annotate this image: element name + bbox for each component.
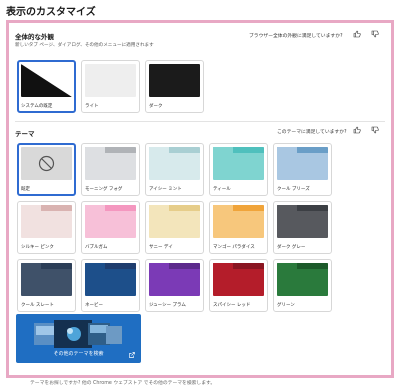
theme-option[interactable]: クール ブリーズ [273, 143, 332, 196]
theme-option[interactable]: モーニング フォグ [81, 143, 140, 196]
theme-option-label: クール ブリーズ [277, 187, 310, 192]
light-preview [85, 64, 136, 97]
theme-preview [277, 263, 328, 296]
theme-preview [85, 205, 136, 238]
theme-option-label: モーニング フォグ [85, 187, 123, 192]
explore-themes-label: その他のテーマを検索 [53, 351, 104, 357]
theme-preview [85, 147, 136, 180]
theme-preview [21, 263, 72, 296]
theme-option-label: ジューシー プラム [149, 303, 186, 308]
theme-option-label: サニー デイ [149, 245, 173, 250]
appearance-option-dark[interactable]: ダーク [145, 60, 204, 113]
themes-collage-image [34, 320, 122, 348]
theme-option[interactable]: ネービー [81, 259, 140, 312]
thumbs-down-icon[interactable] [371, 30, 379, 38]
theme-preview [277, 205, 328, 238]
thumbs-up-icon[interactable] [353, 126, 361, 134]
appearance-title: 全体的な外観 [15, 33, 54, 41]
thumbs-up-icon[interactable] [353, 30, 361, 38]
theme-preview [21, 147, 72, 180]
theme-option[interactable]: サニー デイ [145, 201, 204, 254]
theme-option-label: ティール [213, 187, 231, 192]
theme-preview [85, 263, 136, 296]
theme-option-label: シルキー ピンク [21, 245, 54, 250]
appearance-option-label: ライト [85, 104, 99, 109]
theme-preview [213, 205, 264, 238]
theme-option-label: スパイシー レッド [213, 303, 251, 308]
theme-option-label: 既定 [21, 187, 30, 192]
system-preview [21, 64, 72, 97]
appearance-subtitle: 新しいタブ ページ、ダイアログ、その他のメニューに適用されます [15, 43, 154, 48]
appearance-feedback-text: ブラウザー全体の外観に満足していますか? [249, 34, 343, 39]
thumbs-down-icon[interactable] [371, 126, 379, 134]
footer-note: テーマをお探しですか? 他の Chrome ウェブストア でその他のテーマを検索… [30, 379, 215, 386]
theme-option[interactable]: アイシー ミント [145, 143, 204, 196]
theme-option-label: クール スレート [21, 303, 54, 308]
footer-text: テーマをお探しですか? 他の Chrome ウェブストア でその他のテーマを検索… [30, 381, 216, 386]
theme-preview [149, 147, 200, 180]
theme-preview [213, 263, 264, 296]
theme-option[interactable]: クール スレート [17, 259, 76, 312]
theme-option[interactable]: シルキー ピンク [17, 201, 76, 254]
section-divider [15, 121, 385, 122]
theme-preview [149, 263, 200, 296]
appearance-option-label: ダーク [149, 104, 163, 109]
dark-preview [149, 64, 200, 97]
explore-themes-button[interactable]: その他のテーマを検索 [16, 314, 141, 363]
theme-option-label: ダーク グレー [277, 245, 306, 250]
theme-feedback-text: このテーマに満足していますか? [277, 130, 347, 135]
theme-option-label: ネービー [85, 303, 103, 308]
theme-option-label: マンゴー パラダイス [213, 245, 255, 250]
theme-option[interactable]: バブルガム [81, 201, 140, 254]
theme-option[interactable]: ダーク グレー [273, 201, 332, 254]
theme-option[interactable]: グリーン [273, 259, 332, 312]
page-title: 表示のカスタマイズ [6, 7, 96, 18]
theme-preview [277, 147, 328, 180]
customize-panel: 全体的な外観 新しいタブ ページ、ダイアログ、その他のメニューに適用されます ブ… [6, 20, 394, 378]
theme-option[interactable]: ジューシー プラム [145, 259, 204, 312]
theme-option[interactable]: 既定 [17, 143, 76, 196]
external-link-icon [129, 352, 135, 358]
theme-option-label: アイシー ミント [149, 187, 182, 192]
theme-option[interactable]: マンゴー パラダイス [209, 201, 268, 254]
theme-option-label: グリーン [277, 303, 295, 308]
theme-preview [149, 205, 200, 238]
appearance-option-light[interactable]: ライト [81, 60, 140, 113]
theme-preview [21, 205, 72, 238]
appearance-option-system[interactable]: システムの既定 [17, 60, 76, 113]
appearance-option-label: システムの既定 [21, 104, 53, 109]
theme-title: テーマ [15, 130, 35, 138]
blocked-icon [38, 155, 55, 172]
theme-option-label: バブルガム [85, 245, 108, 250]
theme-option[interactable]: ティール [209, 143, 268, 196]
theme-option[interactable]: スパイシー レッド [209, 259, 268, 312]
theme-preview [213, 147, 264, 180]
